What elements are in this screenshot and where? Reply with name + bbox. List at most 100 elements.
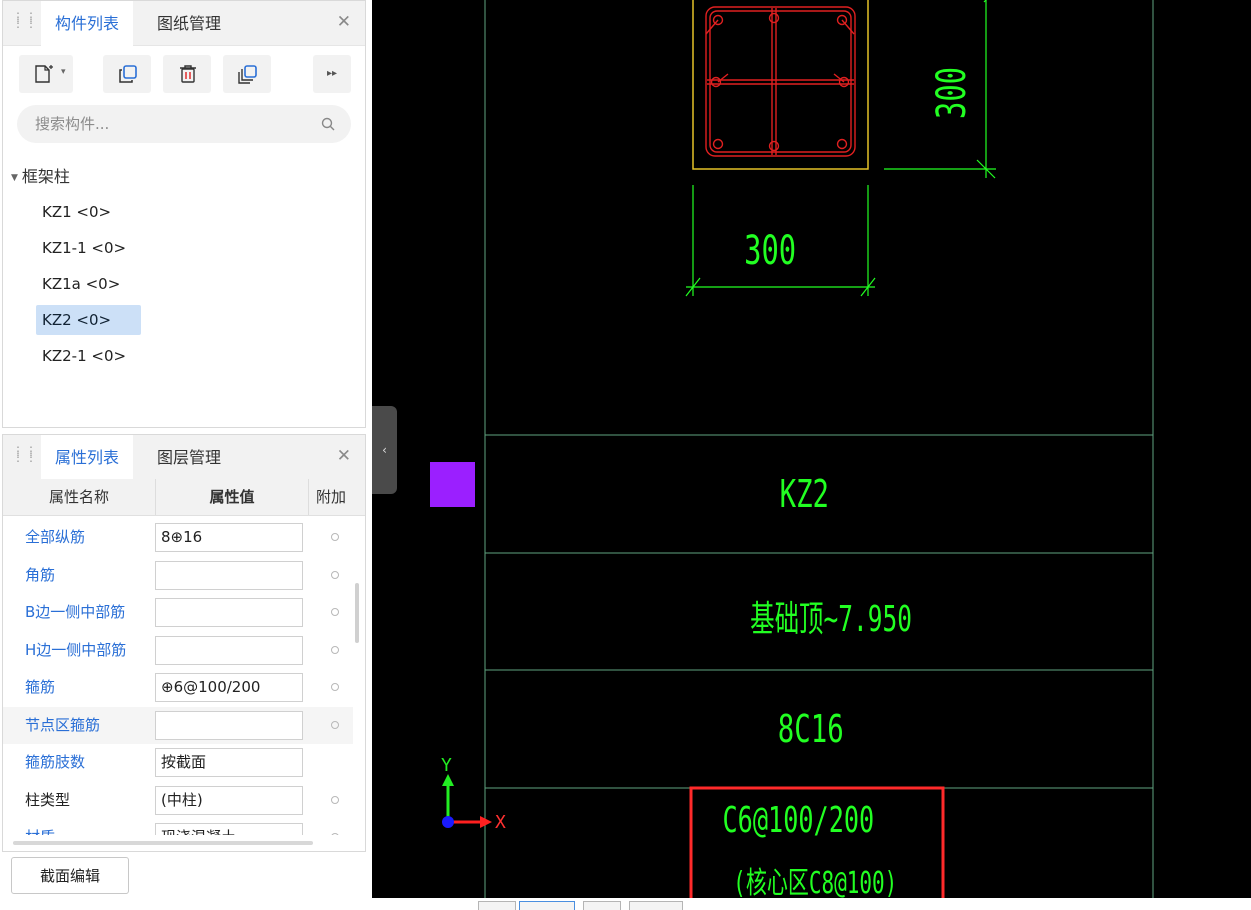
- cad-drawing-canvas[interactable]: 300 300 KZ2 基础顶~7.950 8C16 C6@100/200 (核…: [372, 0, 1251, 901]
- component-search[interactable]: 搜索构件...: [17, 105, 351, 143]
- chevron-down-icon[interactable]: ▾: [61, 67, 66, 77]
- new-component-button[interactable]: ▾: [19, 55, 73, 93]
- property-value-input[interactable]: [155, 710, 303, 740]
- middle-bar: [710, 76, 722, 88]
- caret-down-icon[interactable]: ▼: [11, 173, 18, 183]
- tree-item-kz1a[interactable]: KZ1a <0>: [36, 269, 126, 299]
- corner-bar: [836, 138, 848, 150]
- copy-to-floor-button[interactable]: [223, 55, 271, 93]
- property-value-input[interactable]: 按截面: [155, 748, 303, 777]
- additional-radio[interactable]: [331, 795, 339, 804]
- purple-marker: [430, 462, 475, 507]
- property-name: 角筋: [25, 565, 56, 584]
- copy-component-button[interactable]: [103, 55, 151, 93]
- property-row[interactable]: 材质 现浇混凝土: [3, 819, 353, 835]
- property-name: 箍筋肢数: [25, 753, 86, 771]
- stirrup-label: C6@100/200: [722, 800, 875, 841]
- tree-item-kz2[interactable]: KZ2 <0>: [36, 305, 141, 335]
- additional-radio[interactable]: [331, 533, 339, 541]
- property-value-input[interactable]: 现浇混凝土: [155, 823, 303, 835]
- search-icon[interactable]: [321, 117, 335, 131]
- property-name: 全部纵筋: [25, 528, 86, 546]
- drag-grip-icon[interactable]: ⋮⋮ ⋮⋮: [12, 445, 37, 466]
- middle-bar: [768, 140, 780, 152]
- delete-component-button[interactable]: [163, 55, 211, 93]
- property-name: 节点区箍筋: [25, 715, 101, 734]
- property-name: B边一侧中部筋: [25, 603, 126, 621]
- property-row[interactable]: B边一侧中部筋: [3, 594, 353, 631]
- property-name: 箍筋: [25, 678, 56, 696]
- drawing-grid-lines: [484, 0, 1154, 898]
- property-list-panel: ⋮⋮ ⋮⋮ 属性列表 图层管理 ✕ 属性名称 属性值 附加 全部纵筋 8⊕16 角筋 B…: [2, 434, 366, 852]
- property-value-input[interactable]: 8⊕16: [155, 523, 303, 552]
- bottom-tab[interactable]: [629, 901, 683, 910]
- tree-group-frame-column[interactable]: ▼ 框架柱: [11, 163, 70, 187]
- tree-group-label: 框架柱: [21, 167, 70, 186]
- tree-item-kz2-1[interactable]: KZ2-1 <0>: [36, 341, 132, 371]
- collapse-panel-handle[interactable]: ‹: [372, 406, 397, 494]
- stirrup-hook: [705, 19, 855, 35]
- property-value-input[interactable]: ⊕6@100/200: [155, 673, 303, 702]
- column-rebar: [705, 6, 856, 157]
- layers-copy-icon: [238, 65, 257, 84]
- axis-x-label: X: [495, 812, 506, 833]
- property-row[interactable]: 柱类型 (中柱): [3, 782, 353, 819]
- bottom-tab[interactable]: [478, 901, 516, 910]
- section-edit-button[interactable]: 截面编辑: [11, 857, 129, 894]
- trash-icon: [180, 65, 196, 83]
- dim-text-width: 300: [744, 228, 797, 274]
- main-rebar-label: 8C16: [777, 707, 844, 751]
- more-tools-button[interactable]: ▸▸: [313, 55, 351, 93]
- component-list-panel: ⋮⋮ ⋮⋮ 构件列表 图纸管理 ✕ ▾ ▸▸ 搜索构件... ▼ 框架柱 KZ1…: [2, 0, 366, 428]
- chevron-left-icon: ‹: [382, 443, 387, 457]
- tab-component-list[interactable]: 构件列表: [41, 1, 134, 46]
- additional-radio[interactable]: [331, 645, 339, 654]
- cad-drawing: [430, 0, 1154, 898]
- stirrup-note-label: (核心区C8@100): [733, 866, 898, 901]
- property-name: 材质: [25, 819, 55, 835]
- property-value-input[interactable]: [155, 598, 303, 627]
- property-row[interactable]: 角筋: [3, 557, 353, 594]
- property-panel-tabbar: ⋮⋮ ⋮⋮ 属性列表 图层管理 ✕: [3, 435, 365, 480]
- additional-radio[interactable]: [331, 833, 339, 835]
- horizontal-scrollbar[interactable]: [13, 841, 313, 845]
- component-toolbar: ▾ ▸▸: [3, 53, 365, 97]
- property-value-input[interactable]: [155, 635, 303, 665]
- bottom-tab[interactable]: [583, 901, 621, 910]
- dim-text-height: 300: [929, 66, 976, 120]
- column-name-label: KZ2: [779, 472, 830, 516]
- double-chevron-right-icon: ▸▸: [326, 68, 338, 79]
- search-input[interactable]: 搜索构件...: [35, 105, 109, 143]
- bottom-tab-active[interactable]: [519, 901, 575, 910]
- property-name: H边一侧中部筋: [25, 640, 127, 659]
- property-rows: 全部纵筋 8⊕16 角筋 B边一侧中部筋 H边一侧中部筋 箍筋 ⊕6@100/200 节点区箍…: [3, 479, 365, 835]
- property-row[interactable]: 全部纵筋 8⊕16: [3, 519, 353, 556]
- tie-hook: [717, 73, 845, 83]
- vertical-scrollbar[interactable]: [355, 583, 359, 643]
- property-value-input[interactable]: (中柱): [155, 785, 303, 815]
- axis-y-label: Y: [441, 755, 452, 776]
- elevation-label: 基础顶~7.950: [750, 599, 912, 640]
- additional-radio[interactable]: [331, 720, 339, 729]
- additional-radio[interactable]: [331, 570, 339, 579]
- additional-radio[interactable]: [331, 608, 339, 616]
- close-icon[interactable]: ✕: [337, 12, 351, 32]
- tab-layer-management[interactable]: 图层管理: [143, 435, 235, 479]
- property-row[interactable]: 节点区箍筋: [3, 706, 353, 744]
- corner-bar: [712, 138, 724, 150]
- property-row[interactable]: 箍筋肢数 按截面: [3, 744, 353, 781]
- drag-grip-icon[interactable]: ⋮⋮ ⋮⋮: [12, 11, 37, 32]
- property-row[interactable]: 箍筋 ⊕6@100/200: [3, 669, 353, 706]
- property-value-input[interactable]: [155, 560, 303, 590]
- component-panel-tabbar: ⋮⋮ ⋮⋮ 构件列表 图纸管理 ✕: [3, 1, 365, 46]
- tab-property-list[interactable]: 属性列表: [41, 435, 134, 480]
- tree-item-kz1[interactable]: KZ1 <0>: [36, 197, 117, 227]
- tree-item-kz1-1[interactable]: KZ1-1 <0>: [36, 233, 132, 263]
- property-row[interactable]: H边一侧中部筋: [3, 632, 353, 669]
- additional-radio[interactable]: [331, 683, 339, 691]
- close-icon[interactable]: ✕: [337, 446, 351, 466]
- tab-drawing-management[interactable]: 图纸管理: [143, 1, 235, 45]
- new-file-icon: [35, 65, 53, 83]
- middle-bar: [768, 12, 780, 24]
- stirrup-outer: [705, 6, 856, 157]
